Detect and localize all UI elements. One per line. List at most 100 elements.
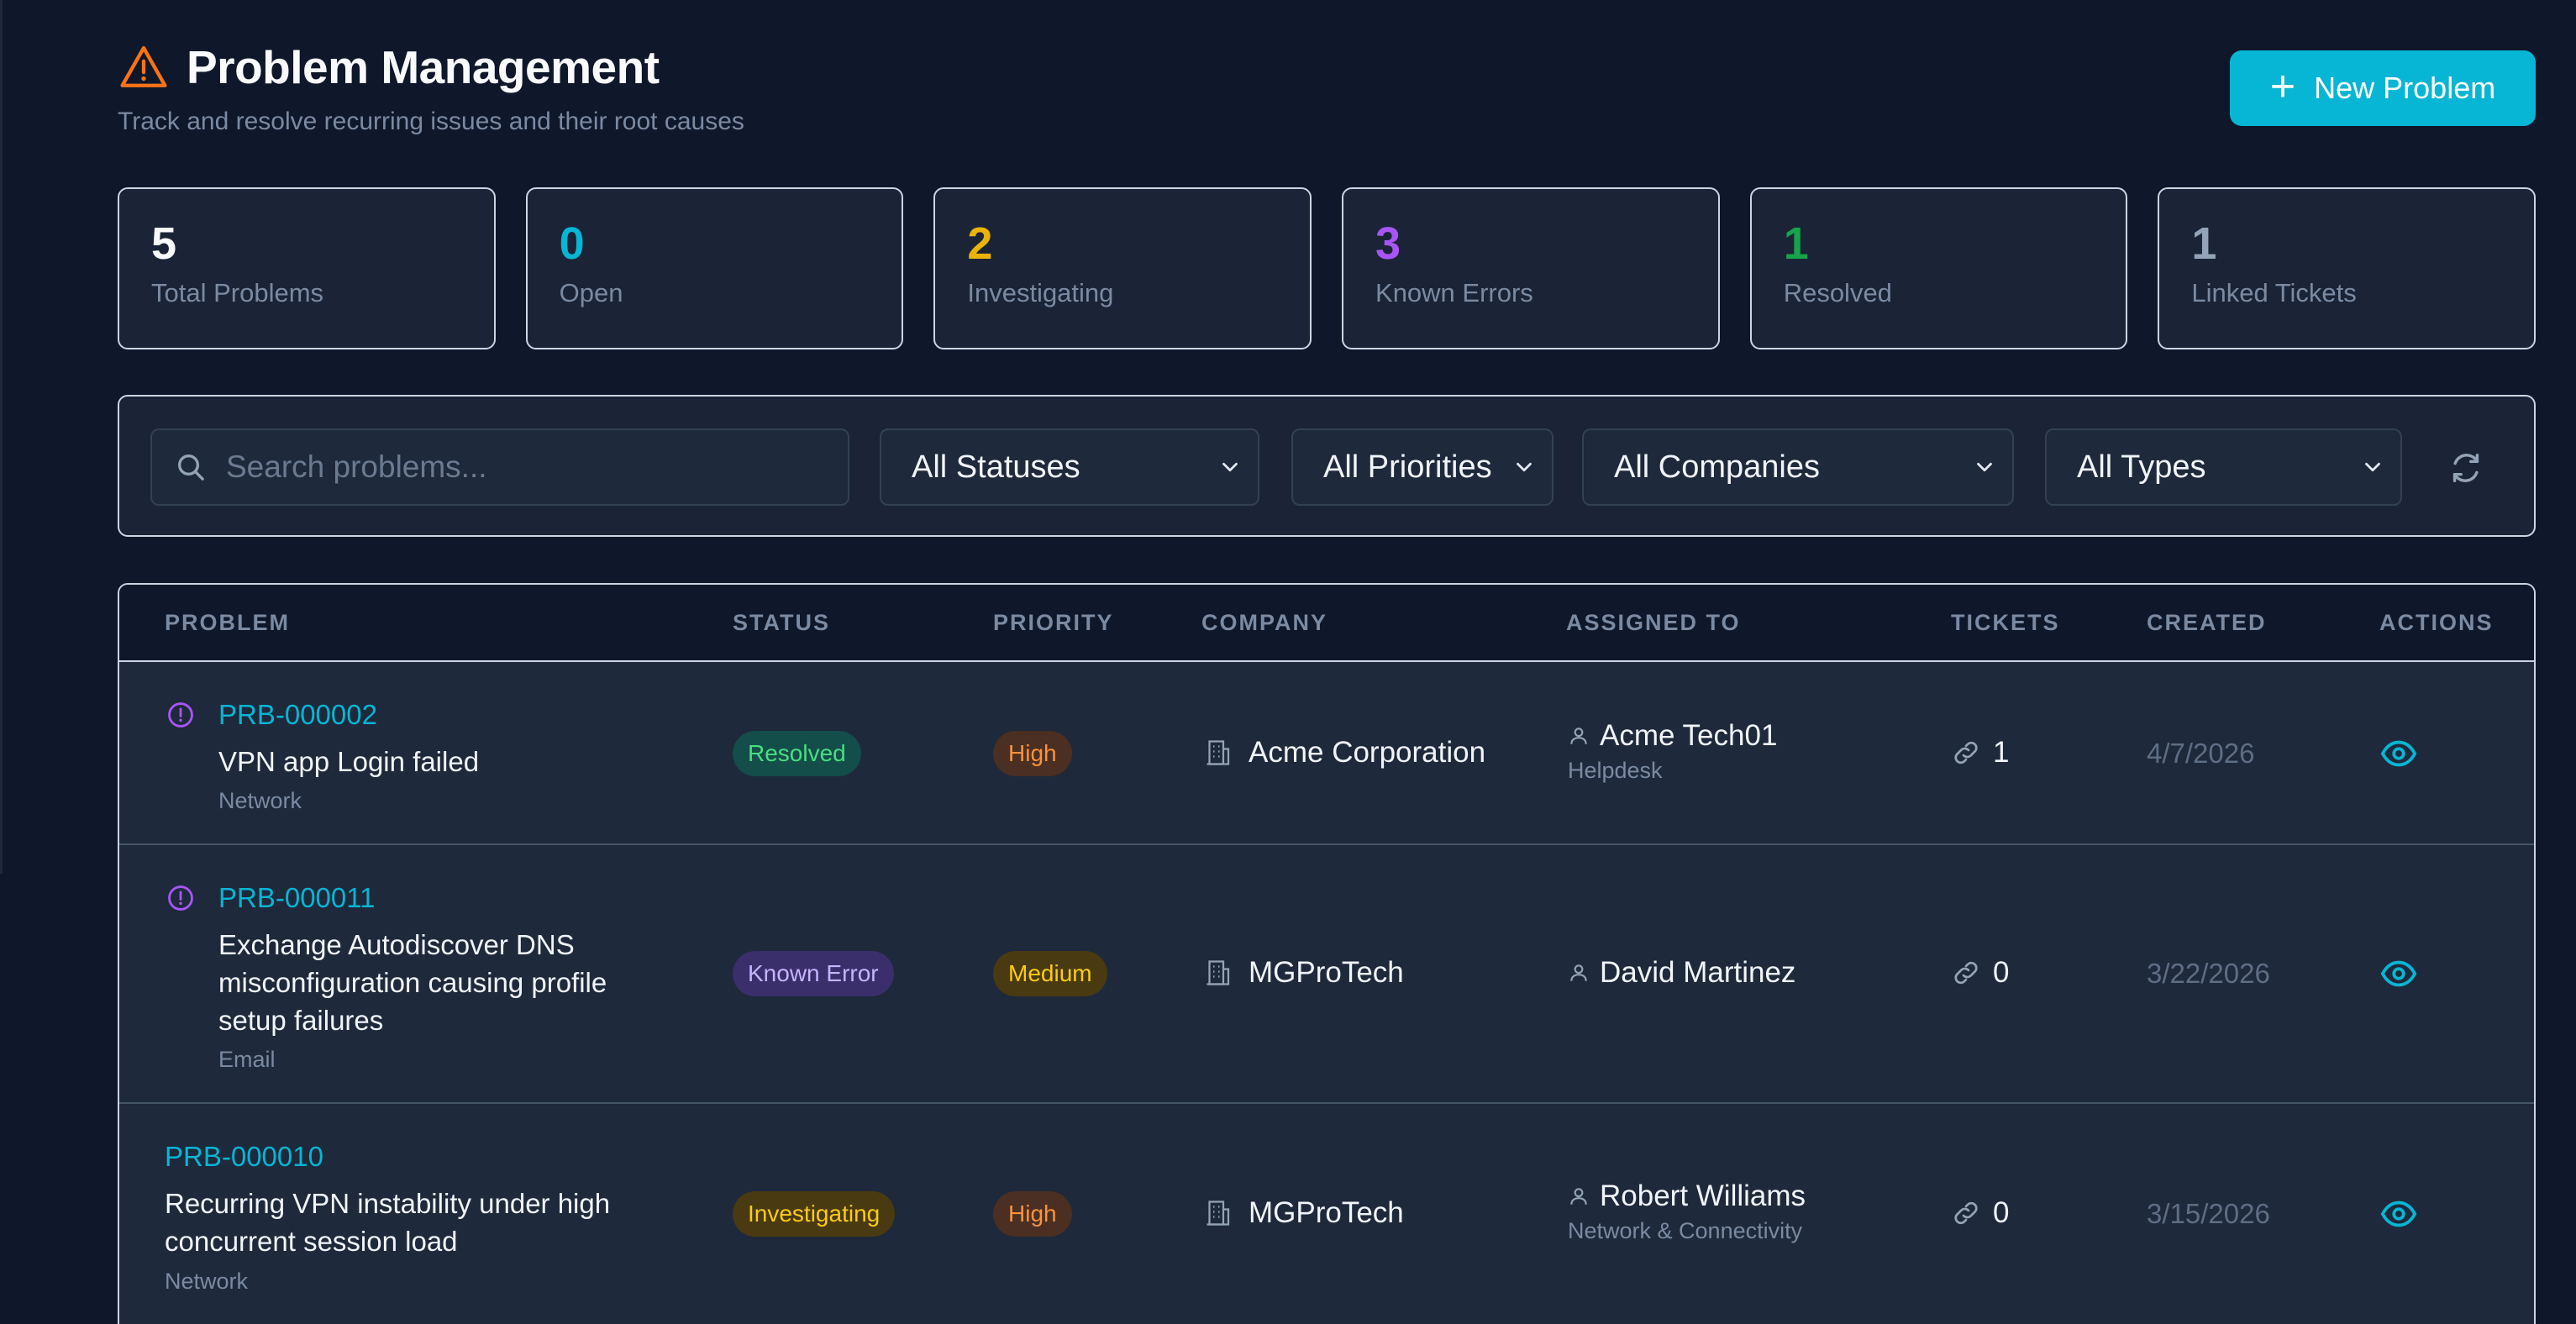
status-badge-cell: Resolved (733, 731, 861, 776)
created-date: 3/15/2026 (2147, 1198, 2270, 1229)
table-row[interactable]: PRB-000010 Recurring VPN instability und… (119, 1104, 2534, 1324)
column-header-problem[interactable]: PROBLEM (165, 610, 290, 636)
sidebar-edge (0, 0, 3, 874)
company-name: Acme Corporation (1249, 736, 1486, 769)
plus-icon: + (2269, 62, 2296, 111)
status-filter-value: All Statuses (912, 449, 1080, 485)
page-title: Problem Management (187, 41, 660, 93)
stat-value: 1 (2191, 218, 2217, 269)
search-input[interactable] (226, 449, 848, 485)
stat-label: Open (559, 278, 623, 307)
assignee: Robert Williams (1568, 1180, 1806, 1213)
column-header-priority[interactable]: PRIORITY (993, 610, 1114, 636)
stat-value: 3 (1375, 218, 1401, 269)
assignee-cell: Acme Tech01 Helpdesk (1568, 719, 1777, 784)
new-problem-label: New Problem (2314, 71, 2496, 105)
eye-icon[interactable] (2379, 1195, 2418, 1233)
status-badge-cell: Investigating (733, 1191, 896, 1237)
stat-label: Known Errors (1375, 278, 1533, 307)
table-header: PROBLEM STATUS PRIORITY COMPANY ASSIGNED… (119, 585, 2534, 662)
assignee-team: Network & Connectivity (1568, 1218, 1803, 1243)
company-cell: MGProTech (1203, 956, 1404, 990)
stat-card-open: 0 Open (525, 187, 904, 349)
company-filter-value: All Companies (1614, 449, 1820, 485)
user-icon (1570, 1188, 1587, 1205)
priority-filter-value: All Priorities (1323, 449, 1492, 485)
eye-icon[interactable] (2379, 734, 2418, 773)
problem-id-link[interactable]: PRB-000002 (218, 699, 377, 731)
problem-management-page: Problem Management Track and resolve rec… (118, 0, 2537, 1324)
chevron-down-icon (1222, 462, 1238, 472)
column-header-created[interactable]: CREATED (2147, 610, 2267, 636)
assignee-name: Acme Tech01 (1600, 719, 1778, 752)
priority-badge-cell: Medium (993, 951, 1107, 996)
column-header-status[interactable]: STATUS (733, 610, 830, 636)
refresh-icon[interactable] (2447, 449, 2485, 487)
stat-card-investigating: 2 Investigating (933, 187, 1312, 349)
problem-title: VPN app Login failed (218, 746, 480, 777)
stat-card-resolved: 1 Resolved (1749, 187, 2128, 349)
link-icon (1954, 961, 1978, 985)
table-row[interactable]: PRB-000011 Exchange Autodiscover DNS mis… (119, 845, 2534, 1104)
problem-category: Email (218, 1047, 276, 1072)
user-icon (1570, 728, 1587, 744)
priority-badge: Medium (993, 951, 1107, 996)
tickets-cell: 0 (1951, 956, 2009, 990)
stat-value: 2 (967, 218, 993, 269)
stat-label: Linked Tickets (2191, 278, 2357, 307)
problem-id-link[interactable]: PRB-000011 (218, 882, 376, 914)
assignee: David Martinez (1568, 956, 1795, 990)
problem-category: Network (218, 788, 302, 813)
user-icon (1570, 964, 1587, 981)
created-date: 4/7/2026 (2147, 738, 2255, 769)
status-badge: Known Error (733, 951, 894, 996)
priority-badge-cell: High (993, 1191, 1072, 1237)
alert-circle-icon (168, 702, 193, 728)
page-header: Problem Management Track and resolve rec… (118, 0, 2536, 168)
search-icon (178, 454, 204, 481)
building-icon (1207, 740, 1230, 765)
building-icon (1207, 1201, 1230, 1226)
warning-triangle-icon (120, 45, 167, 87)
stat-card-known-errors: 3 Known Errors (1342, 187, 1720, 349)
problems-table: PROBLEM STATUS PRIORITY COMPANY ASSIGNED… (118, 583, 2536, 1324)
priority-badge: High (993, 1191, 1072, 1237)
stat-label: Investigating (967, 278, 1114, 307)
stats-row: 5 Total Problems 0 Open 2 Investigating … (118, 187, 2537, 349)
new-problem-button[interactable]: + New Problem (2230, 50, 2536, 126)
company-cell: MGProTech (1203, 1196, 1404, 1230)
column-header-assigned-to[interactable]: ASSIGNED TO (1566, 610, 1741, 636)
company-filter-select[interactable]: All Companies (1582, 428, 2014, 506)
page-subtitle: Track and resolve recurring issues and t… (118, 108, 744, 135)
column-header-company[interactable]: COMPANY (1201, 610, 1327, 636)
priority-badge-cell: High (993, 731, 1072, 776)
link-icon (1954, 741, 1978, 764)
tickets-cell: 0 (1951, 1196, 2009, 1230)
assignee: Acme Tech01 (1568, 719, 1777, 753)
type-filter-value: All Types (2077, 449, 2206, 485)
status-badge: Investigating (733, 1191, 896, 1237)
chevron-down-icon (1977, 462, 1992, 472)
table-row[interactable]: PRB-000002 VPN app Login failed Network … (119, 662, 2534, 845)
status-badge-cell: Known Error (733, 951, 894, 996)
problem-id-link[interactable]: PRB-000010 (165, 1141, 323, 1173)
assignee-team: Helpdesk (1568, 758, 1663, 783)
eye-icon[interactable] (2379, 954, 2418, 993)
assignee-cell: Robert Williams Network & Connectivity (1568, 1180, 1806, 1244)
title-row: Problem Management (118, 40, 660, 94)
column-header-tickets[interactable]: TICKETS (1951, 610, 2060, 636)
company-name: MGProTech (1249, 956, 1404, 989)
company-cell: Acme Corporation (1203, 736, 1485, 770)
stat-card-total: 5 Total Problems (118, 187, 496, 349)
priority-filter-select[interactable]: All Priorities (1291, 428, 1553, 506)
tickets-count: 0 (1993, 1196, 2010, 1229)
search-box (150, 428, 849, 506)
chevron-down-icon (1517, 462, 1532, 472)
assignee-name: Robert Williams (1600, 1180, 1806, 1212)
assignee-name: David Martinez (1600, 956, 1796, 989)
building-icon (1207, 960, 1230, 985)
stat-card-linked-tickets: 1 Linked Tickets (2158, 187, 2537, 349)
type-filter-select[interactable]: All Types (2045, 428, 2402, 506)
status-filter-select[interactable]: All Statuses (880, 428, 1259, 506)
stat-label: Total Problems (151, 278, 324, 307)
